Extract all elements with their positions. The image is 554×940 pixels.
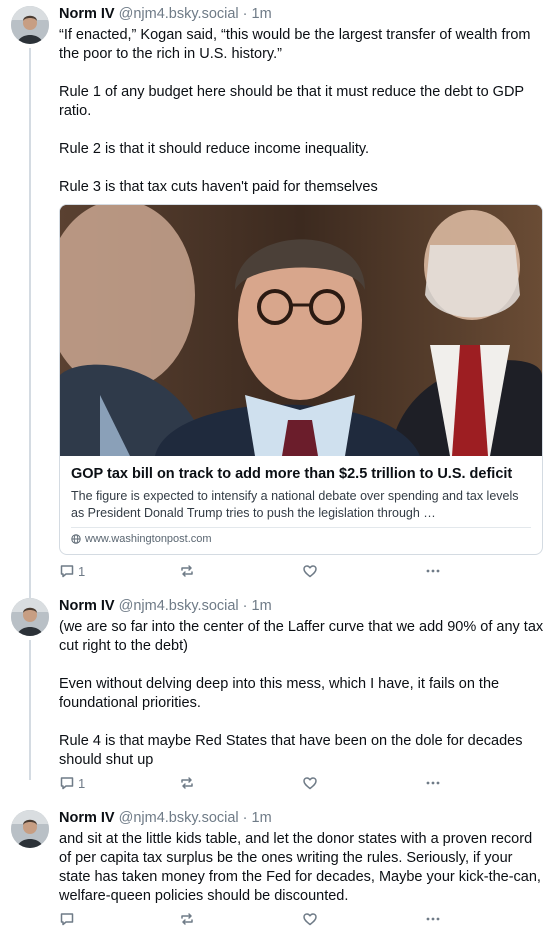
post-time[interactable]: · 1m xyxy=(243,598,272,614)
reply-button[interactable]: 1 xyxy=(59,775,85,791)
more-options-button[interactable] xyxy=(425,563,441,579)
reply-icon xyxy=(60,565,74,578)
reply-icon xyxy=(60,777,74,790)
link-card-title[interactable]: GOP tax bill on track to add more than $… xyxy=(71,465,533,484)
link-card-domain-text: www.washingtonpost.com xyxy=(85,533,212,545)
author-handle[interactable]: @njm4.bsky.social xyxy=(119,6,239,22)
post-paragraph: Even without delving deep into this mess… xyxy=(59,676,500,711)
like-button[interactable] xyxy=(302,775,318,791)
post-1[interactable]: Norm IV @njm4.bsky.social · 1m “If enact… xyxy=(0,0,554,590)
link-card-domain[interactable]: www.washingtonpost.com xyxy=(71,533,212,545)
post-text: and sit at the little kids table, and le… xyxy=(59,830,544,906)
globe-icon xyxy=(71,534,81,544)
reply-button[interactable] xyxy=(59,911,78,927)
reply-button[interactable]: 1 xyxy=(59,563,85,579)
link-card-divider xyxy=(71,527,531,528)
reply-count: 1 xyxy=(78,563,86,579)
reply-icon xyxy=(60,913,74,926)
post-paragraph: (we are so far into the center of the La… xyxy=(59,619,544,654)
like-icon xyxy=(303,913,317,926)
link-card-description: The figure is expected to intensify a na… xyxy=(71,489,519,520)
post-header: Norm IV @njm4.bsky.social · 1m xyxy=(59,5,272,23)
post-actions: 1 xyxy=(59,775,459,795)
repost-button[interactable] xyxy=(179,775,195,791)
more-options-button[interactable] xyxy=(425,911,441,927)
repost-button[interactable] xyxy=(179,563,195,579)
more-icon xyxy=(426,569,440,573)
like-icon xyxy=(303,777,317,790)
post-time[interactable]: · 1m xyxy=(243,810,272,826)
avatar[interactable] xyxy=(11,810,49,848)
post-paragraph: and sit at the little kids table, and le… xyxy=(59,831,541,904)
avatar[interactable] xyxy=(11,6,49,44)
post-paragraph: Rule 2 is that it should reduce income i… xyxy=(59,141,370,157)
author-name[interactable]: Norm IV xyxy=(59,6,115,22)
avatar[interactable] xyxy=(11,598,49,636)
repost-icon xyxy=(181,565,193,577)
more-icon xyxy=(426,781,440,785)
like-icon xyxy=(303,565,317,578)
post-time[interactable]: · 1m xyxy=(243,6,272,22)
post-actions: 1 xyxy=(59,563,459,583)
post-2[interactable]: Norm IV @njm4.bsky.social · 1m (we are s… xyxy=(0,592,554,797)
author-handle[interactable]: @njm4.bsky.social xyxy=(119,598,239,614)
author-handle[interactable]: @njm4.bsky.social xyxy=(119,810,239,826)
author-name[interactable]: Norm IV xyxy=(59,810,115,826)
post-header: Norm IV @njm4.bsky.social · 1m xyxy=(59,809,272,827)
post-paragraph: Rule 1 of any budget here should be that… xyxy=(59,84,524,119)
like-button[interactable] xyxy=(302,911,318,927)
link-card[interactable]: GOP tax bill on track to add more than $… xyxy=(59,204,543,555)
link-card-image xyxy=(60,205,542,456)
post-paragraph: “If enacted,” Kogan said, “this would be… xyxy=(59,27,531,62)
post-text: “If enacted,” Kogan said, “this would be… xyxy=(59,26,544,197)
post-paragraph: Rule 4 is that maybe Red States that hav… xyxy=(59,733,523,768)
post-3[interactable]: Norm IV @njm4.bsky.social · 1m and sit a… xyxy=(0,804,554,940)
repost-icon xyxy=(181,777,193,789)
author-name[interactable]: Norm IV xyxy=(59,598,115,614)
reply-count: 1 xyxy=(78,775,86,791)
more-icon xyxy=(426,917,440,921)
post-text: (we are so far into the center of the La… xyxy=(59,618,544,770)
repost-icon xyxy=(181,913,193,925)
post-actions xyxy=(59,911,459,931)
post-paragraph: Rule 3 is that tax cuts haven't paid for… xyxy=(59,179,378,195)
like-button[interactable] xyxy=(302,563,318,579)
more-options-button[interactable] xyxy=(425,775,441,791)
repost-button[interactable] xyxy=(179,911,195,927)
post-header: Norm IV @njm4.bsky.social · 1m xyxy=(59,597,272,615)
